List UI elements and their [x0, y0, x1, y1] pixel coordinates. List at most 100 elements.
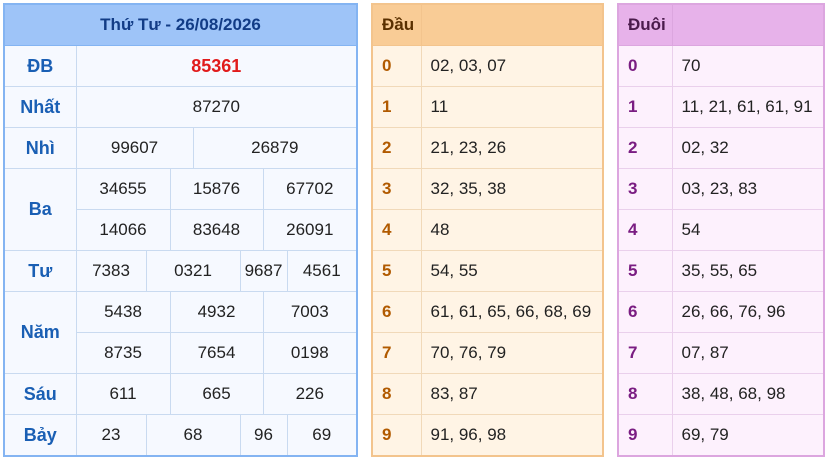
head-digit: 1	[371, 86, 422, 128]
dau-row: 7 70, 76, 79	[371, 332, 604, 374]
duoi-row: 4 54	[617, 209, 825, 251]
prize-number: 15876	[169, 168, 264, 210]
dau-row: 9 91, 96, 98	[371, 414, 604, 457]
prize-label: Ba	[3, 168, 77, 251]
prize-number: 611	[75, 373, 171, 415]
head-digit: 7	[371, 332, 422, 374]
prize-row-nam: Năm 5438 4932 7003	[3, 291, 358, 374]
head-values: 32, 35, 38	[420, 168, 604, 210]
tail-values: 54	[671, 209, 825, 251]
prize-label: Năm	[3, 291, 77, 374]
prize-row-db: ĐB 85361	[3, 45, 358, 87]
prize-number: 26091	[262, 209, 358, 251]
tail-values: 69, 79	[671, 414, 825, 457]
tail-digit: 4	[617, 209, 673, 251]
tail-values: 26, 66, 76, 96	[671, 291, 825, 333]
head-values: 54, 55	[420, 250, 604, 292]
prize-row-nhi: Nhì 99607 26879	[3, 127, 358, 169]
prize-number: 96	[239, 414, 288, 457]
tail-values: 03, 23, 83	[671, 168, 825, 210]
head-digit: 5	[371, 250, 422, 292]
dau-row: 1 11	[371, 86, 604, 128]
duoi-row: 6 26, 66, 76, 96	[617, 291, 825, 333]
duoi-row: 8 38, 48, 68, 98	[617, 373, 825, 415]
prize-number: 7654	[169, 332, 264, 374]
head-values: 70, 76, 79	[420, 332, 604, 374]
prize-number: 0321	[145, 250, 241, 292]
dau-row: 0 02, 03, 07	[371, 45, 604, 87]
prize-label: ĐB	[3, 45, 77, 87]
prize-number: 665	[169, 373, 264, 415]
head-digit: 2	[371, 127, 422, 169]
head-digit: 0	[371, 45, 422, 87]
tail-values: 35, 55, 65	[671, 250, 825, 292]
head-digit: 6	[371, 291, 422, 333]
head-values: 02, 03, 07	[420, 45, 604, 87]
duoi-row: 2 02, 32	[617, 127, 825, 169]
duoi-row: 1 11, 21, 61, 61, 91	[617, 86, 825, 128]
prize-label: Sáu	[3, 373, 77, 415]
prize-row-tu: Tư 7383 0321 9687 4561	[3, 250, 358, 292]
head-values: 91, 96, 98	[420, 414, 604, 457]
duoi-row: 5 35, 55, 65	[617, 250, 825, 292]
prize-number: 4932	[169, 291, 264, 333]
prize-number: 67702	[262, 168, 358, 210]
head-values: 48	[420, 209, 604, 251]
prize-number: 69	[286, 414, 358, 457]
prize-number: 7003	[262, 291, 358, 333]
head-values: 83, 87	[420, 373, 604, 415]
tail-digit: 7	[617, 332, 673, 374]
tail-digit: 6	[617, 291, 673, 333]
tail-digit: 3	[617, 168, 673, 210]
special-prize-number: 85361	[75, 45, 358, 87]
prize-row-nhat: Nhất 87270	[3, 86, 358, 128]
duoi-header: Đuôi	[617, 3, 673, 46]
prize-number: 14066	[75, 209, 171, 251]
head-digit: 4	[371, 209, 422, 251]
dau-row: 8 83, 87	[371, 373, 604, 415]
tail-digit: 9	[617, 414, 673, 457]
duoi-table: Đuôi 0 70 1 11, 21, 61, 61, 91 2 02, 32 3 03…	[617, 3, 825, 457]
prize-number: 83648	[169, 209, 264, 251]
prize-label: Tư	[3, 250, 77, 292]
tail-digit: 8	[617, 373, 673, 415]
dau-row: 3 32, 35, 38	[371, 168, 604, 210]
tail-digit: 2	[617, 127, 673, 169]
duoi-row: 9 69, 79	[617, 414, 825, 457]
duoi-row: 7 07, 87	[617, 332, 825, 374]
dau-header-blank	[420, 3, 604, 46]
prize-number: 5438	[75, 291, 171, 333]
dau-row: 2 21, 23, 26	[371, 127, 604, 169]
prize-number: 99607	[75, 127, 194, 169]
head-values: 21, 23, 26	[420, 127, 604, 169]
prize-label: Bảy	[3, 414, 77, 457]
prize-number: 4561	[286, 250, 358, 292]
duoi-header-blank	[671, 3, 825, 46]
prize-number: 68	[145, 414, 241, 457]
prize-row-sau: Sáu 611 665 226	[3, 373, 358, 415]
duoi-row: 3 03, 23, 83	[617, 168, 825, 210]
head-values: 61, 61, 65, 66, 68, 69	[420, 291, 604, 333]
head-values: 11	[420, 86, 604, 128]
prize-row-ba: Ba 34655 15876 67702	[3, 168, 358, 251]
tail-digit: 5	[617, 250, 673, 292]
results-table: Thứ Tư - 26/08/2026 ĐB 85361 Nhất 87270 …	[3, 3, 359, 457]
prize-number: 23	[75, 414, 147, 457]
dau-header: Đầu	[371, 3, 422, 46]
tail-digit: 1	[617, 86, 673, 128]
tail-values: 07, 87	[671, 332, 825, 374]
prize-number: 34655	[75, 168, 171, 210]
duoi-row: 0 70	[617, 45, 825, 87]
dau-row: 5 54, 55	[371, 250, 604, 292]
prize-number: 87270	[75, 86, 358, 128]
tail-values: 70	[671, 45, 825, 87]
prize-number: 9687	[239, 250, 288, 292]
prize-number: 26879	[192, 127, 358, 169]
prize-row-bay: Bảy 23 68 96 69	[3, 414, 358, 457]
head-digit: 8	[371, 373, 422, 415]
dau-table: Đầu 0 02, 03, 07 1 11 2 21, 23, 26 3 32, 35,…	[371, 3, 604, 457]
prize-number: 7383	[75, 250, 147, 292]
tail-values: 02, 32	[671, 127, 825, 169]
tail-values: 38, 48, 68, 98	[671, 373, 825, 415]
results-title: Thứ Tư - 26/08/2026	[3, 3, 358, 46]
